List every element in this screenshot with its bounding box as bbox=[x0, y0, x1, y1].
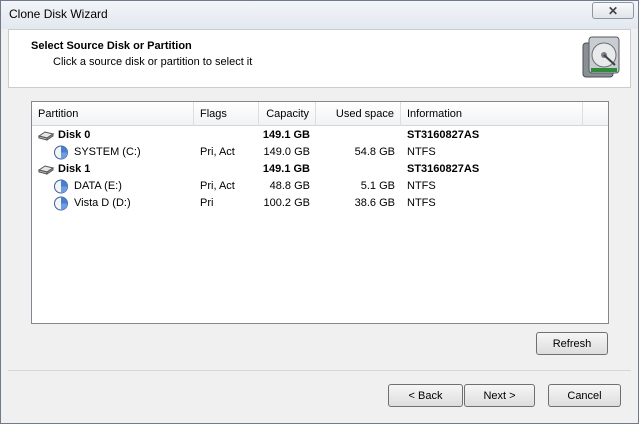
partition-name: Vista D (D:) bbox=[74, 197, 131, 209]
partition-icon bbox=[54, 179, 68, 194]
disk-drive-icon bbox=[37, 165, 55, 175]
capacity-cell: 100.2 GB bbox=[263, 197, 310, 209]
column-header-flags[interactable]: Flags bbox=[194, 102, 259, 126]
header-title: Select Source Disk or Partition bbox=[31, 40, 192, 52]
capacity-cell: 149.1 GB bbox=[262, 163, 310, 175]
table-row[interactable]: Disk 0 149.1 GB ST3160827AS bbox=[32, 127, 608, 144]
information-cell: NTFS bbox=[407, 197, 436, 209]
used-space-cell: 5.1 GB bbox=[360, 180, 395, 192]
information-cell: NTFS bbox=[407, 146, 436, 158]
column-header-capacity[interactable]: Capacity bbox=[259, 102, 316, 126]
information-cell: ST3160827AS bbox=[407, 129, 480, 141]
close-icon: ✕ bbox=[607, 3, 619, 18]
table-row[interactable]: Disk 1 149.1 GB ST3160827AS bbox=[32, 161, 608, 178]
partition-name: Disk 1 bbox=[58, 163, 91, 175]
used-space-cell bbox=[316, 161, 395, 178]
table-row[interactable]: Vista D (D:) Pri 100.2 GB 38.6 GB NTFS bbox=[32, 195, 608, 212]
used-space-cell: 54.8 GB bbox=[354, 146, 395, 158]
list-header: Partition Flags Capacity Used space Info… bbox=[32, 102, 608, 126]
table-row[interactable]: DATA (E:) Pri, Act 48.8 GB 5.1 GB NTFS bbox=[32, 178, 608, 195]
table-row[interactable]: SYSTEM (C:) Pri, Act 149.0 GB 54.8 GB NT… bbox=[32, 144, 608, 161]
column-header-used-space[interactable]: Used space bbox=[316, 102, 401, 126]
hard-disk-icon bbox=[582, 36, 620, 78]
footer-separator bbox=[8, 370, 631, 371]
partition-icon bbox=[54, 145, 68, 160]
used-space-cell bbox=[316, 127, 395, 144]
used-space-cell: 38.6 GB bbox=[354, 197, 395, 209]
capacity-cell: 149.0 GB bbox=[263, 146, 310, 158]
refresh-button[interactable]: Refresh bbox=[536, 332, 608, 355]
partition-list[interactable]: Partition Flags Capacity Used space Info… bbox=[31, 101, 609, 324]
partition-icon bbox=[54, 196, 68, 211]
close-button[interactable]: ✕ bbox=[592, 2, 634, 19]
partition-name: Disk 0 bbox=[58, 129, 91, 141]
capacity-cell: 48.8 GB bbox=[269, 180, 310, 192]
partition-name: SYSTEM (C:) bbox=[74, 146, 141, 158]
column-header-information[interactable]: Information bbox=[401, 102, 583, 126]
column-header-partition[interactable]: Partition bbox=[32, 102, 194, 126]
partition-name: DATA (E:) bbox=[74, 180, 122, 192]
flags-cell: Pri, Act bbox=[200, 180, 235, 192]
wizard-header: Select Source Disk or Partition Click a … bbox=[8, 29, 631, 88]
clone-disk-wizard-window: Clone Disk Wizard ✕ Select Source Disk o… bbox=[0, 0, 639, 424]
next-button[interactable]: Next > bbox=[464, 384, 535, 407]
capacity-cell: 149.1 GB bbox=[262, 129, 310, 141]
column-header-spacer bbox=[583, 102, 608, 126]
flags-cell: Pri bbox=[200, 197, 214, 209]
header-subtitle: Click a source disk or partition to sele… bbox=[53, 56, 253, 68]
flags-cell: Pri, Act bbox=[200, 146, 235, 158]
cancel-button[interactable]: Cancel bbox=[548, 384, 621, 407]
information-cell: ST3160827AS bbox=[407, 163, 480, 175]
back-button[interactable]: < Back bbox=[388, 384, 463, 407]
window-title: Clone Disk Wizard bbox=[9, 7, 108, 21]
information-cell: NTFS bbox=[407, 180, 436, 192]
disk-drive-icon bbox=[37, 131, 55, 141]
title-bar: Clone Disk Wizard ✕ bbox=[1, 1, 638, 29]
